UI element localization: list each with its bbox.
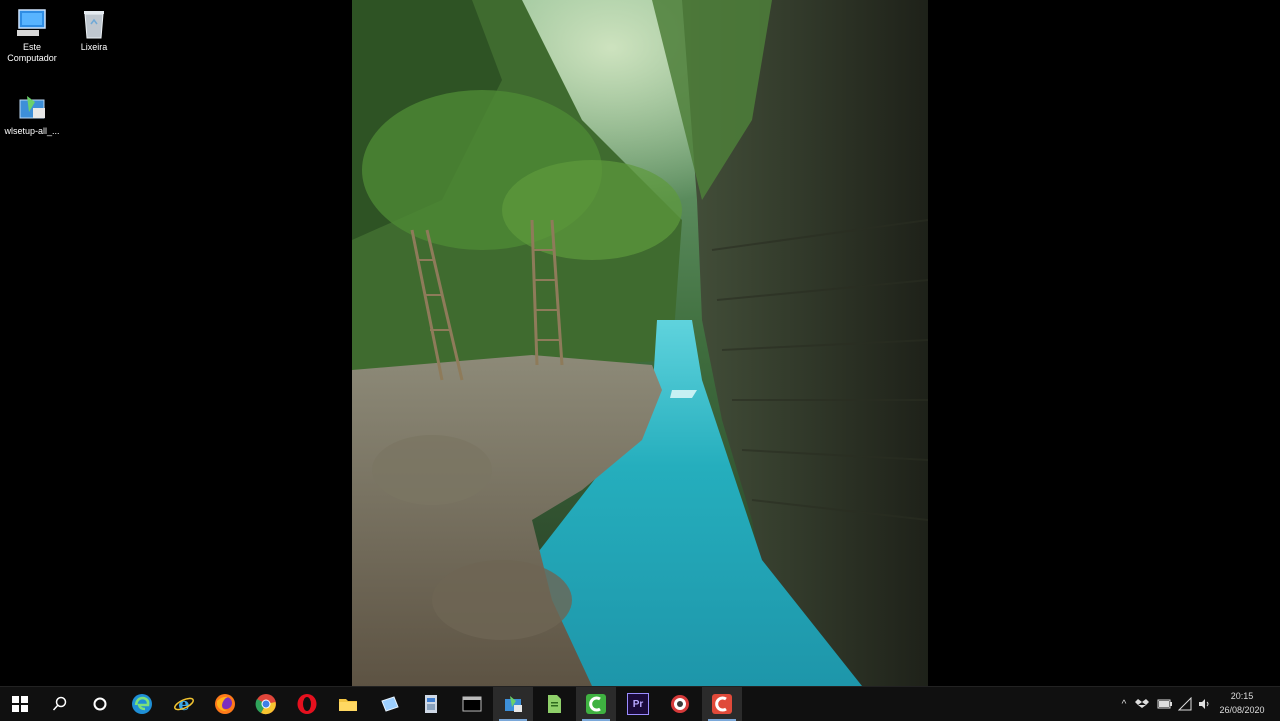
camtasia-icon (712, 694, 732, 714)
app-button-1[interactable] (370, 687, 410, 721)
premiere-button[interactable]: Pr (618, 687, 658, 721)
recycle-bin-icon (77, 6, 111, 40)
taskbar: e Pr ^ 20:15 26/08/2020 (0, 686, 1280, 721)
desktop-icon-label: Este Computador (7, 42, 57, 63)
firefox-icon (215, 694, 235, 714)
edge-button[interactable] (122, 687, 162, 721)
folder-icon (339, 699, 357, 711)
premiere-icon: Pr (627, 693, 649, 715)
desktop-icon-installer[interactable]: wlsetup-all_... (0, 84, 64, 137)
svg-text:e: e (178, 694, 189, 715)
clock-date: 26/08/2020 (1219, 705, 1265, 715)
app-button-2[interactable] (411, 687, 451, 721)
window-icon (381, 696, 399, 712)
computer-icon (15, 6, 49, 40)
circle-icon (93, 697, 107, 711)
desktop-icon-label: Lixeira (80, 42, 108, 52)
target-icon (671, 695, 689, 713)
internet-explorer-icon: e (174, 694, 194, 715)
app-button-6[interactable] (660, 687, 700, 721)
camtasia-button[interactable] (702, 687, 742, 721)
page-icon (548, 695, 561, 713)
battery-icon[interactable] (1157, 697, 1173, 711)
dropbox-icon[interactable] (1135, 697, 1149, 711)
app-button-5[interactable] (534, 687, 574, 721)
desktop-icon-label: wlsetup-all_... (4, 126, 60, 136)
network-icon[interactable] (1178, 697, 1192, 711)
volume-icon[interactable] (1197, 697, 1211, 711)
firefox-button[interactable] (205, 687, 245, 721)
search-icon (52, 696, 67, 711)
chrome-icon (255, 694, 276, 715)
ie-button[interactable]: e (164, 687, 204, 721)
app-button-3[interactable] (452, 687, 492, 721)
show-hidden-icons-button[interactable]: ^ (1116, 699, 1132, 710)
terminal-icon (462, 696, 482, 712)
start-button[interactable] (0, 687, 40, 721)
opera-button[interactable] (287, 687, 327, 721)
file-explorer-button[interactable] (328, 687, 368, 721)
installer-icon (505, 696, 522, 712)
recorder-icon (586, 694, 606, 714)
opera-icon (297, 694, 317, 714)
desktop-icon-recycle-bin[interactable]: Lixeira (62, 0, 126, 53)
wallpaper-image (352, 0, 928, 686)
search-button[interactable] (40, 687, 80, 721)
chrome-button[interactable] (246, 687, 286, 721)
document-icon (425, 695, 437, 713)
clock-time: 20:15 (1230, 691, 1254, 701)
edge-icon (132, 694, 152, 714)
installer-icon (15, 90, 49, 124)
cortana-button[interactable] (80, 687, 120, 721)
premiere-label: Pr (632, 698, 644, 710)
clock[interactable]: 20:15 26/08/2020 (1212, 689, 1272, 717)
desktop-icon-computer[interactable]: Este Computador (0, 0, 64, 64)
windows-logo-icon (12, 696, 28, 712)
app-button-4[interactable] (493, 687, 533, 721)
camtasia-recorder-button[interactable] (576, 687, 616, 721)
